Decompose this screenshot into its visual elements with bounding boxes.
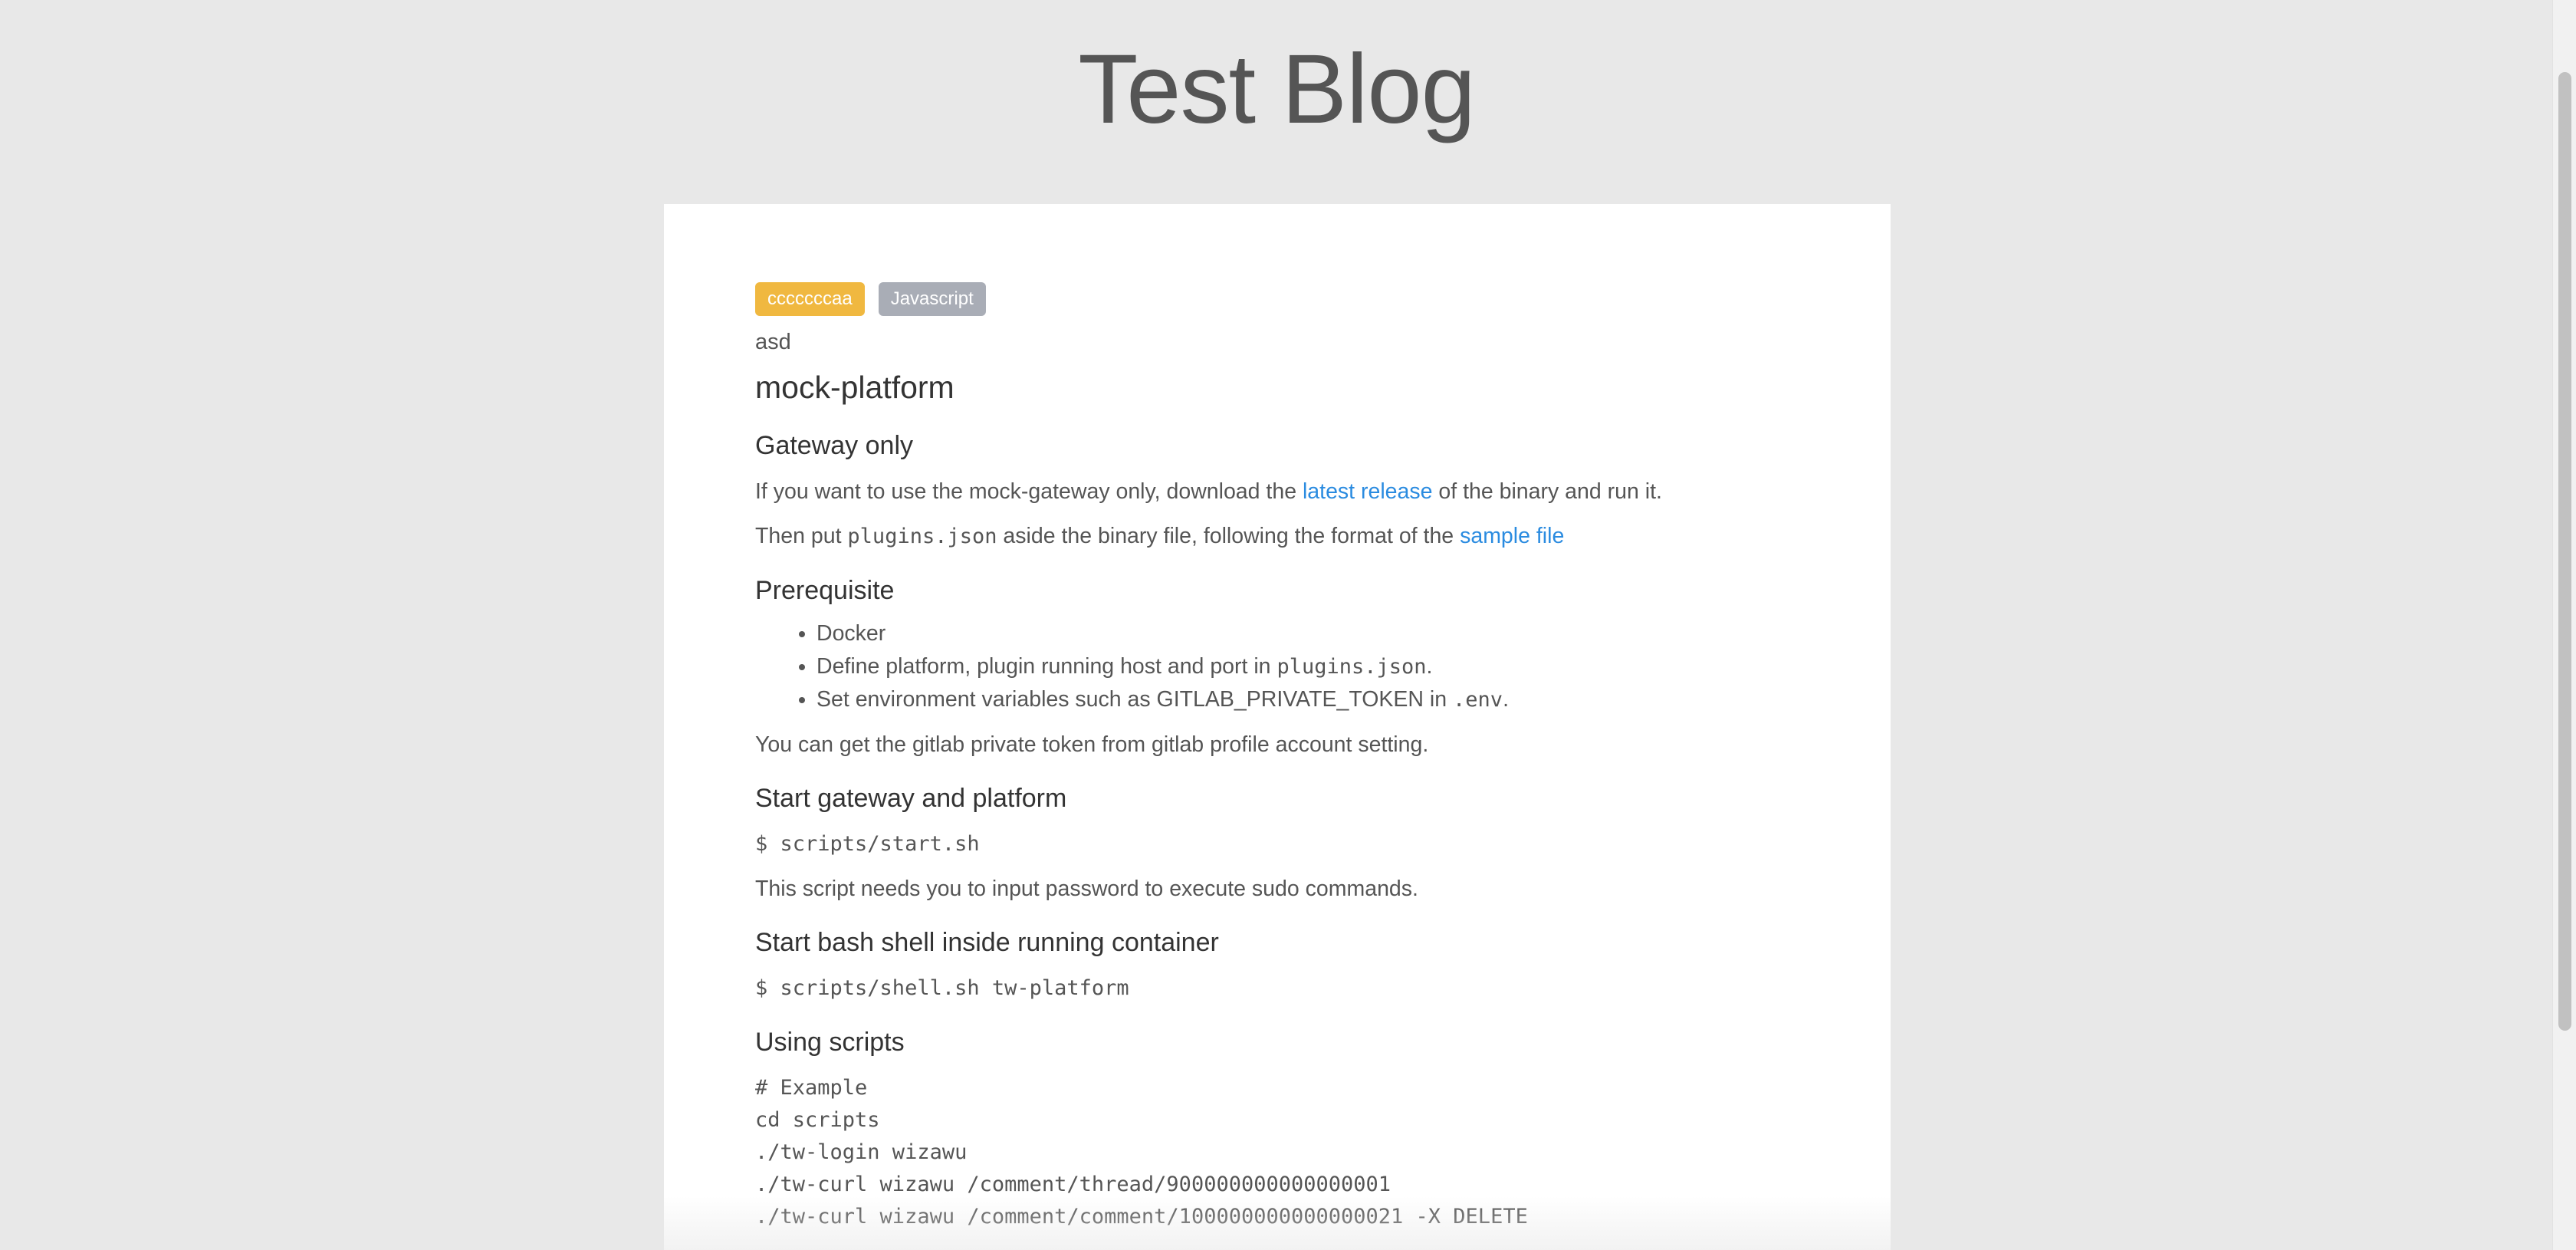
list-item-text: Docker (816, 621, 886, 646)
prerequisite-list: Docker Define platform, plugin running h… (755, 617, 1813, 716)
code-line: cd scripts (755, 1108, 880, 1132)
code-block-shell: $ scripts/shell.sh tw-platform (755, 976, 1129, 1000)
gateway-paragraph: If you want to use the mock-gateway only… (755, 475, 1813, 508)
paragraph-text: of the binary and run it. (1432, 479, 1662, 504)
code-block-scripts: # Example cd scripts ./tw-login wizawu .… (755, 1072, 1813, 1233)
token-note: You can get the gitlab private token fro… (755, 732, 1429, 757)
list-item: Docker (816, 617, 1813, 650)
list-item: Define platform, plugin running host and… (816, 650, 1813, 683)
code-line: ./tw-login wizawu (755, 1140, 968, 1164)
scrollbar-thumb[interactable] (2558, 72, 2571, 1031)
post-title: mock-platform (755, 370, 955, 405)
site-title[interactable]: Test Blog (0, 32, 2553, 147)
section-heading-start: Start gateway and platform (755, 784, 1067, 813)
code-line: ./tw-curl wizawu /comment/thread/9000000… (755, 1173, 1392, 1196)
section-heading-scripts: Using scripts (755, 1028, 905, 1057)
section-heading-prerequisite: Prerequisite (755, 576, 895, 605)
list-item: Set environment variables such as GITLAB… (816, 683, 1813, 716)
list-item-text: Define platform, plugin running host and… (816, 654, 1277, 679)
tag-list: cccccccaa Javascript (755, 282, 1813, 316)
list-item-text: . (1503, 687, 1509, 712)
post-card: cccccccaa Javascript asd mock-platform G… (664, 204, 1891, 1250)
tag-badge[interactable]: Javascript (878, 282, 986, 316)
inline-code: .env (1453, 688, 1503, 712)
plugins-paragraph: Then put plugins.json aside the binary f… (755, 520, 1813, 553)
tag-badge[interactable]: cccccccaa (755, 282, 865, 316)
post-content: cccccccaa Javascript asd mock-platform G… (755, 282, 1813, 1233)
code-block-start: $ scripts/start.sh (755, 832, 980, 856)
sample-file-link[interactable]: sample file (1460, 524, 1564, 548)
list-item-text: Set environment variables such as GITLAB… (816, 687, 1454, 712)
section-heading-gateway: Gateway only (755, 431, 913, 460)
paragraph-text: aside the binary file, following the for… (997, 524, 1460, 548)
section-heading-shell: Start bash shell inside running containe… (755, 928, 1219, 957)
scrollbar[interactable] (2552, 0, 2576, 1250)
paragraph-text: If you want to use the mock-gateway only… (755, 479, 1303, 504)
post-subtitle: asd (755, 330, 791, 354)
paragraph-text: Then put (755, 524, 848, 548)
list-item-text: . (1426, 654, 1433, 679)
latest-release-link[interactable]: latest release (1303, 479, 1433, 504)
inline-code: plugins.json (1276, 655, 1427, 679)
code-line: ./tw-curl wizawu /comment/comment/100000… (755, 1205, 1528, 1229)
inline-code: plugins.json (847, 525, 997, 548)
code-line: # Example (755, 1076, 868, 1100)
sudo-note: This script needs you to input password … (755, 877, 1418, 901)
